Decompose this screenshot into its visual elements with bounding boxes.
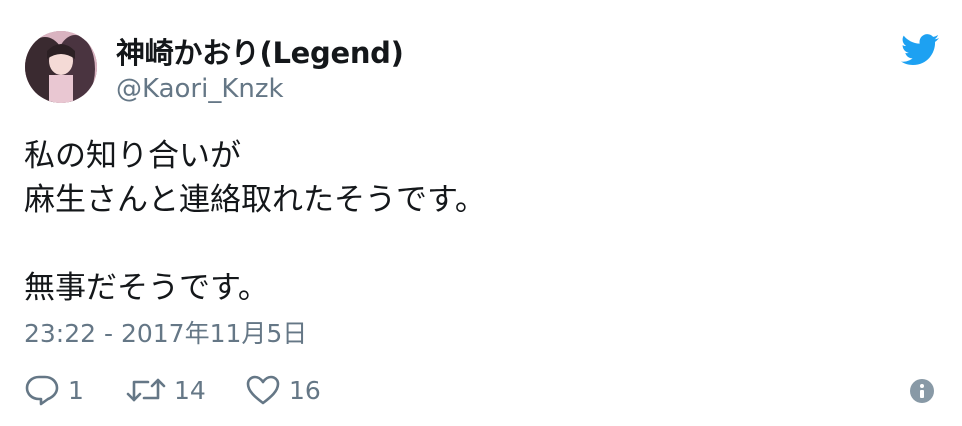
tweet-timestamp[interactable]: 23:22 - 2017年11月5日 bbox=[24, 314, 307, 350]
like-count: 16 bbox=[289, 375, 321, 405]
like-button[interactable]: 16 bbox=[245, 370, 321, 410]
info-icon[interactable] bbox=[910, 379, 934, 403]
tweet-text-line: 麻生さんと連絡取れたそうです。 bbox=[24, 182, 486, 218]
retweet-icon bbox=[126, 374, 166, 406]
tweet-text: 私の知り合いが 麻生さんと連絡取れたそうです。 無事だそうです。 bbox=[24, 134, 924, 310]
reply-button[interactable]: 1 bbox=[24, 370, 84, 410]
avatar[interactable] bbox=[25, 31, 97, 103]
reply-icon bbox=[24, 374, 60, 406]
reply-count: 1 bbox=[68, 375, 84, 405]
avatar-photo bbox=[25, 31, 97, 103]
tweet-card: 神崎かおり(Legend) @Kaori_Knzk 私の知り合いが 麻生さんと連… bbox=[0, 0, 962, 426]
tweet-text-line: 無事だそうです。 bbox=[24, 270, 269, 306]
user-handle[interactable]: @Kaori_Knzk bbox=[116, 74, 284, 104]
display-name[interactable]: 神崎かおり(Legend) bbox=[116, 30, 404, 72]
tweet-text-line: 私の知り合いが bbox=[24, 138, 241, 174]
retweet-button[interactable]: 14 bbox=[126, 370, 206, 410]
heart-icon bbox=[245, 374, 281, 406]
info-icon-dot bbox=[920, 384, 924, 388]
retweet-count: 14 bbox=[174, 375, 206, 405]
twitter-bird-icon[interactable] bbox=[901, 34, 939, 66]
tweet-text-line bbox=[24, 222, 924, 266]
info-icon-bar bbox=[920, 390, 924, 398]
